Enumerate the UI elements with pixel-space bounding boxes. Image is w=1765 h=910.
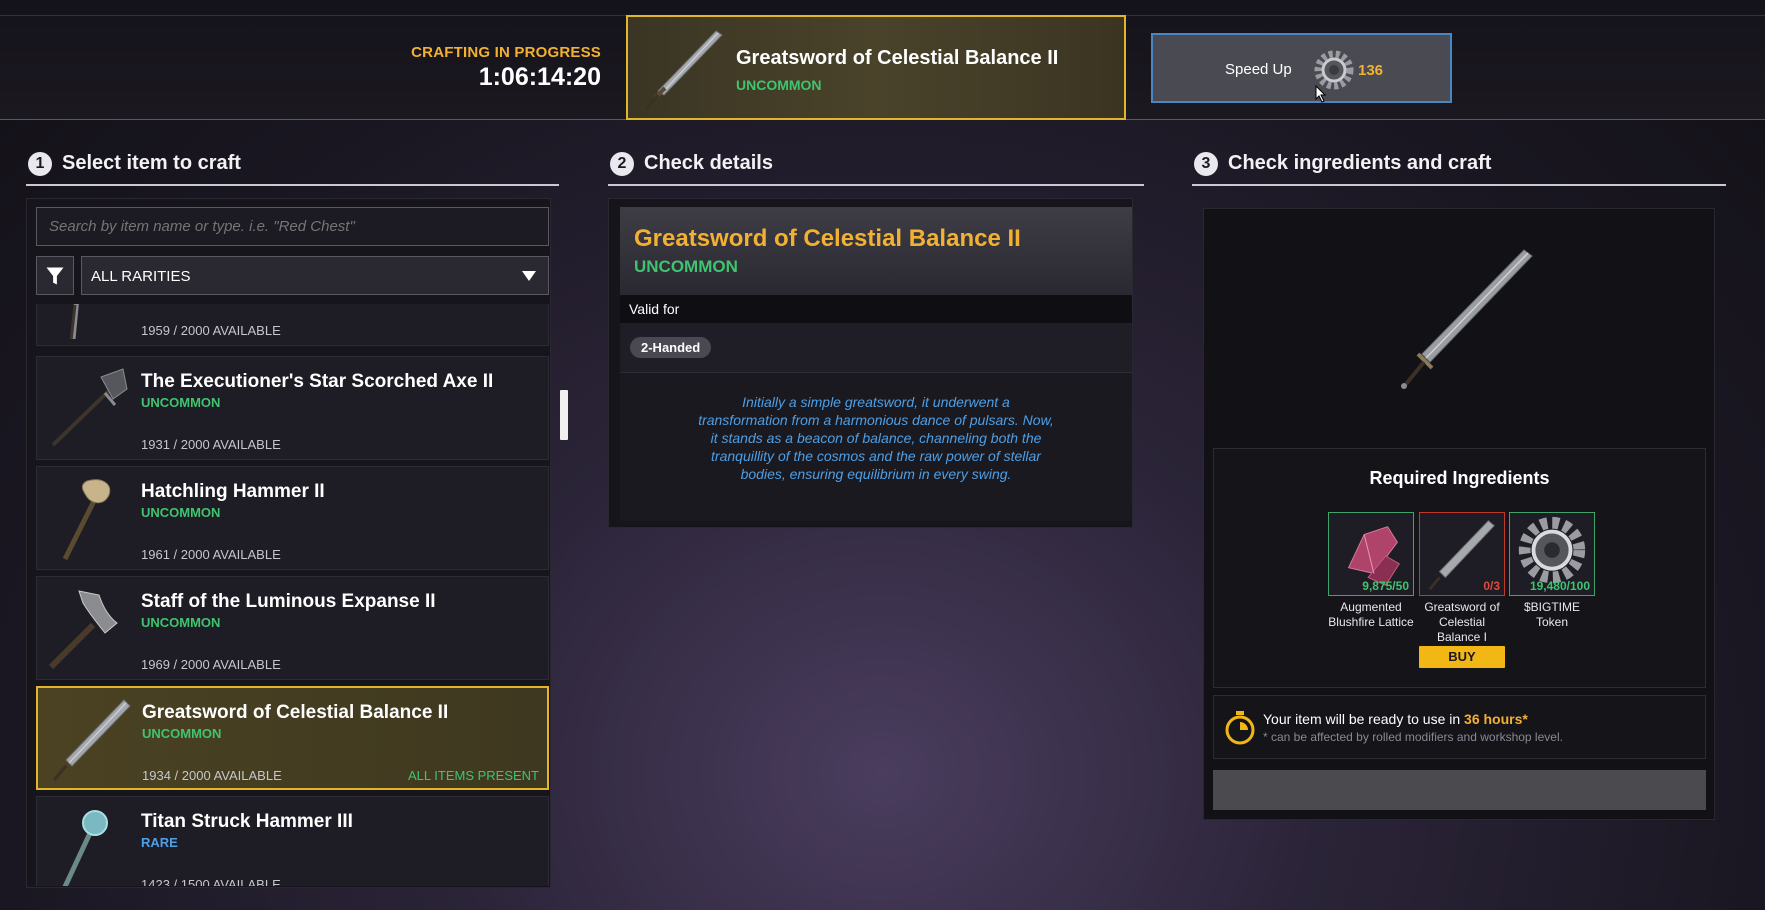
greatsword-preview-icon	[1401, 249, 1533, 389]
item-availability: 1931 / 2000 AVAILABLE	[141, 437, 281, 452]
list-item[interactable]: Hatchling Hammer II UNCOMMON 1961 / 2000…	[36, 466, 549, 570]
list-scrollbar-thumb[interactable]	[560, 390, 568, 440]
ingredient-slot[interactable]: 19,480/100 $BIGTIME Token	[1509, 512, 1595, 630]
ingredient-icon-box: 19,480/100	[1509, 512, 1595, 596]
current-item-rarity: UNCOMMON	[736, 77, 822, 93]
step-title: Select item to craft	[62, 152, 241, 174]
item-availability: 1961 / 2000 AVAILABLE	[141, 547, 281, 562]
greatsword-icon	[52, 699, 131, 781]
item-rarity: UNCOMMON	[141, 615, 221, 630]
greatsword-icon	[644, 30, 723, 110]
current-crafting-item[interactable]: Greatsword of Celestial Balance II UNCOM…	[626, 15, 1126, 120]
ingredient-quantity: 9,875/50	[1362, 579, 1409, 593]
item-availability: 1959 / 2000 AVAILABLE	[141, 323, 281, 338]
ingredient-slot[interactable]: 0/3 Greatsword of Celestial Balance I	[1419, 512, 1505, 645]
item-rarity: UNCOMMON	[142, 726, 222, 741]
step-title: Check ingredients and craft	[1228, 152, 1492, 174]
axe-icon	[51, 368, 128, 447]
filter-icon	[46, 267, 64, 285]
ingredient-slot[interactable]: 9,875/50 Augmented Blushfire Lattice	[1328, 512, 1414, 630]
item-name: Staff of the Luminous Expanse II	[141, 591, 436, 612]
item-list[interactable]: 1959 / 2000 AVAILABLE The Executioner's …	[36, 304, 550, 886]
tag-row: 2-Handed	[620, 323, 1132, 373]
ingredient-icon-box: 0/3	[1419, 512, 1505, 596]
ingredient-name: Greatsword of Celestial Balance I	[1424, 600, 1500, 644]
craft-button[interactable]	[1213, 770, 1706, 810]
item-availability: 1934 / 2000 AVAILABLE	[142, 768, 282, 783]
step-number: 3	[1194, 152, 1218, 176]
crafting-timer: 1:06:14:20	[478, 63, 601, 91]
valid-for-row: Valid for	[620, 295, 1132, 323]
item-name: Greatsword of Celestial Balance II	[142, 702, 449, 723]
valid-for-label: Valid for	[629, 301, 680, 317]
ingredient-name: Augmented Blushfire Lattice	[1328, 600, 1414, 629]
step-number: 1	[28, 152, 52, 176]
list-item[interactable]: Staff of the Luminous Expanse II UNCOMMO…	[36, 576, 549, 680]
step-select-item: 1 Select item to craft	[26, 150, 559, 186]
crafting-status-label: CRAFTING IN PROGRESS	[411, 44, 601, 61]
ingredient-quantity: 19,480/100	[1529, 579, 1590, 593]
ready-time-note: * can be affected by rolled modifiers an…	[1263, 730, 1563, 744]
ingredient-quantity: 0/3	[1483, 579, 1500, 593]
ingredient-name: $BIGTIME Token	[1523, 600, 1580, 629]
ready-time-text: Your item will be ready to use in 36 hou…	[1263, 711, 1528, 727]
step-check-details: 2 Check details	[608, 150, 1144, 186]
item-rarity: UNCOMMON	[141, 505, 221, 520]
list-item[interactable]: The Executioner's Star Scorched Axe II U…	[36, 356, 549, 460]
crafting-status: CRAFTING IN PROGRESS 1:06:14:20	[411, 44, 601, 92]
ready-time-value: 36 hours*	[1464, 711, 1528, 727]
hammer-icon	[62, 479, 111, 561]
ingredient-icon-box: 9,875/50	[1328, 512, 1414, 596]
chevron-down-icon	[522, 271, 536, 281]
speed-up-label: Speed Up	[1225, 61, 1292, 78]
current-item-name: Greatsword of Celestial Balance II	[736, 47, 1059, 69]
step-number: 2	[610, 152, 634, 176]
item-rarity: UNCOMMON	[141, 395, 221, 410]
item-name: The Executioner's Star Scorched Axe II	[141, 371, 494, 392]
weapon-icon	[69, 304, 79, 339]
required-ingredients-title: Required Ingredients	[1369, 468, 1550, 488]
list-item-selected[interactable]: Greatsword of Celestial Balance II UNCOM…	[36, 686, 549, 790]
item-rarity: RARE	[141, 835, 178, 850]
staff-icon	[48, 590, 118, 670]
description-box: Initially a simple greatsword, it underw…	[620, 373, 1132, 521]
speed-up-button[interactable]: Speed Up 136	[1151, 33, 1452, 103]
item-availability: 1423 / 1500 AVAILABLE	[141, 877, 281, 886]
rarity-filter-select[interactable]: ALL RARITIES	[81, 256, 549, 295]
details-header: Greatsword of Celestial Balance II UNCOM…	[620, 207, 1132, 295]
filter-button[interactable]	[36, 256, 74, 295]
search-input[interactable]	[36, 207, 549, 246]
details-item-name: Greatsword of Celestial Balance II	[634, 225, 1021, 252]
item-name: Titan Struck Hammer III	[141, 811, 353, 832]
two-handed-tag: 2-Handed	[630, 337, 712, 358]
item-name: Hatchling Hammer II	[141, 481, 325, 502]
list-item[interactable]: Titan Struck Hammer III RARE 1423 / 1500…	[36, 796, 549, 886]
mouse-cursor-icon	[1315, 85, 1327, 103]
details-item-rarity: UNCOMMON	[634, 257, 738, 276]
item-availability: 1969 / 2000 AVAILABLE	[141, 657, 281, 672]
ready-time-prefix: Your item will be ready to use in	[1263, 711, 1465, 727]
ready-time-box: Your item will be ready to use in 36 hou…	[1213, 695, 1706, 759]
rarity-filter-value: ALL RARITIES	[91, 268, 191, 285]
hammer-icon	[62, 810, 108, 886]
speed-up-cost: 136	[1358, 62, 1384, 79]
step-title: Check details	[644, 152, 773, 174]
step-ingredients-craft: 3 Check ingredients and craft	[1192, 150, 1726, 186]
all-items-present-label: ALL ITEMS PRESENT	[408, 768, 539, 783]
stopwatch-icon	[1225, 711, 1255, 745]
item-description: Initially a simple greatsword, it underw…	[698, 394, 1054, 482]
buy-button[interactable]: BUY	[1419, 646, 1505, 668]
list-item[interactable]: 1959 / 2000 AVAILABLE	[36, 304, 549, 346]
